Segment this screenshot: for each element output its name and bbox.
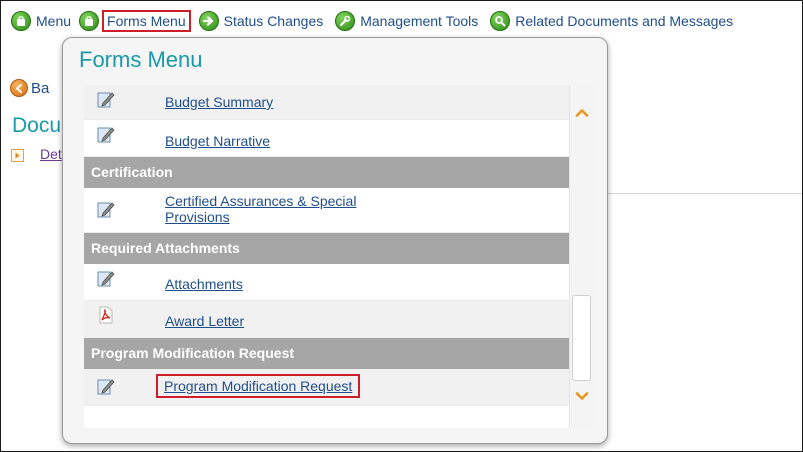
list-item-award-letter: Award Letter xyxy=(84,301,569,338)
status-changes-icon xyxy=(198,11,219,31)
nav-management-tools[interactable]: Management Tools xyxy=(335,11,478,31)
list-item-budget-narrative: Budget Narrative xyxy=(84,120,569,157)
section-header-certification: Certification xyxy=(84,157,569,188)
nav-menu[interactable]: Menu xyxy=(11,11,71,31)
details-link[interactable]: Det xyxy=(40,146,62,162)
document-heading: Docu xyxy=(12,114,62,137)
award-letter-link[interactable]: Award Letter xyxy=(165,313,244,329)
nav-forms-menu-label: Forms Menu xyxy=(102,10,191,32)
back-link[interactable]: Ba xyxy=(31,80,49,97)
list-item-certified-assurances: Certified Assurances & Special Provision… xyxy=(84,188,569,233)
scrollbar-thumb[interactable] xyxy=(572,295,591,381)
certified-assurances-line2: Provisions xyxy=(165,209,230,225)
edit-form-icon xyxy=(97,127,115,143)
section-header-required-attachments: Required Attachments xyxy=(84,233,569,264)
divider xyxy=(608,193,802,194)
popup-title: Forms Menu xyxy=(79,47,203,72)
scrollbar[interactable] xyxy=(569,85,594,428)
forms-list-rows: Budget Summary Budget Narrative Certific… xyxy=(84,85,569,406)
expand-arrow-icon[interactable] xyxy=(11,149,24,162)
edit-form-icon xyxy=(97,271,115,287)
list-item-budget-summary: Budget Summary xyxy=(84,85,569,120)
scroll-down-chevron-icon[interactable] xyxy=(573,388,591,404)
section-header-program-modification-request: Program Modification Request xyxy=(84,338,569,369)
attachments-link[interactable]: Attachments xyxy=(165,276,243,292)
back-icon[interactable] xyxy=(10,79,28,97)
budget-narrative-link[interactable]: Budget Narrative xyxy=(165,133,270,149)
program-modification-request-link[interactable]: Program Modification Request xyxy=(156,374,361,398)
nav-status-changes-label: Status Changes xyxy=(223,13,324,29)
edit-form-icon xyxy=(97,202,115,218)
certified-assurances-link[interactable]: Certified Assurances & Special Provision… xyxy=(165,193,356,225)
list-item-program-modification-request: Program Modification Request xyxy=(84,369,569,406)
edit-form-icon xyxy=(97,92,115,108)
budget-summary-link[interactable]: Budget Summary xyxy=(165,94,273,110)
pdf-icon xyxy=(99,306,113,324)
nav-status-changes[interactable]: Status Changes xyxy=(198,11,324,31)
edit-form-icon xyxy=(97,379,115,395)
nav-forms-menu[interactable]: Forms Menu xyxy=(79,10,191,32)
nav-related-documents-label: Related Documents and Messages xyxy=(515,13,734,29)
certified-assurances-line1: Certified Assurances & Special xyxy=(165,193,357,209)
forms-menu-icon xyxy=(79,11,100,31)
management-tools-icon xyxy=(335,11,356,31)
scroll-up-chevron-icon[interactable] xyxy=(573,104,591,120)
nav-menu-label: Menu xyxy=(36,13,72,29)
list-item-attachments: Attachments xyxy=(84,264,569,301)
nav-management-tools-label: Management Tools xyxy=(360,13,479,29)
top-navigation: Menu Forms Menu Status Changes Managemen… xyxy=(11,7,737,35)
forms-menu-popup: Forms Menu Budget Summary Budget Narrati… xyxy=(62,37,608,444)
nav-related-documents[interactable]: Related Documents and Messages xyxy=(490,11,733,31)
related-documents-icon xyxy=(490,11,511,31)
menu-icon xyxy=(11,11,31,31)
forms-list: Budget Summary Budget Narrative Certific… xyxy=(84,85,594,428)
